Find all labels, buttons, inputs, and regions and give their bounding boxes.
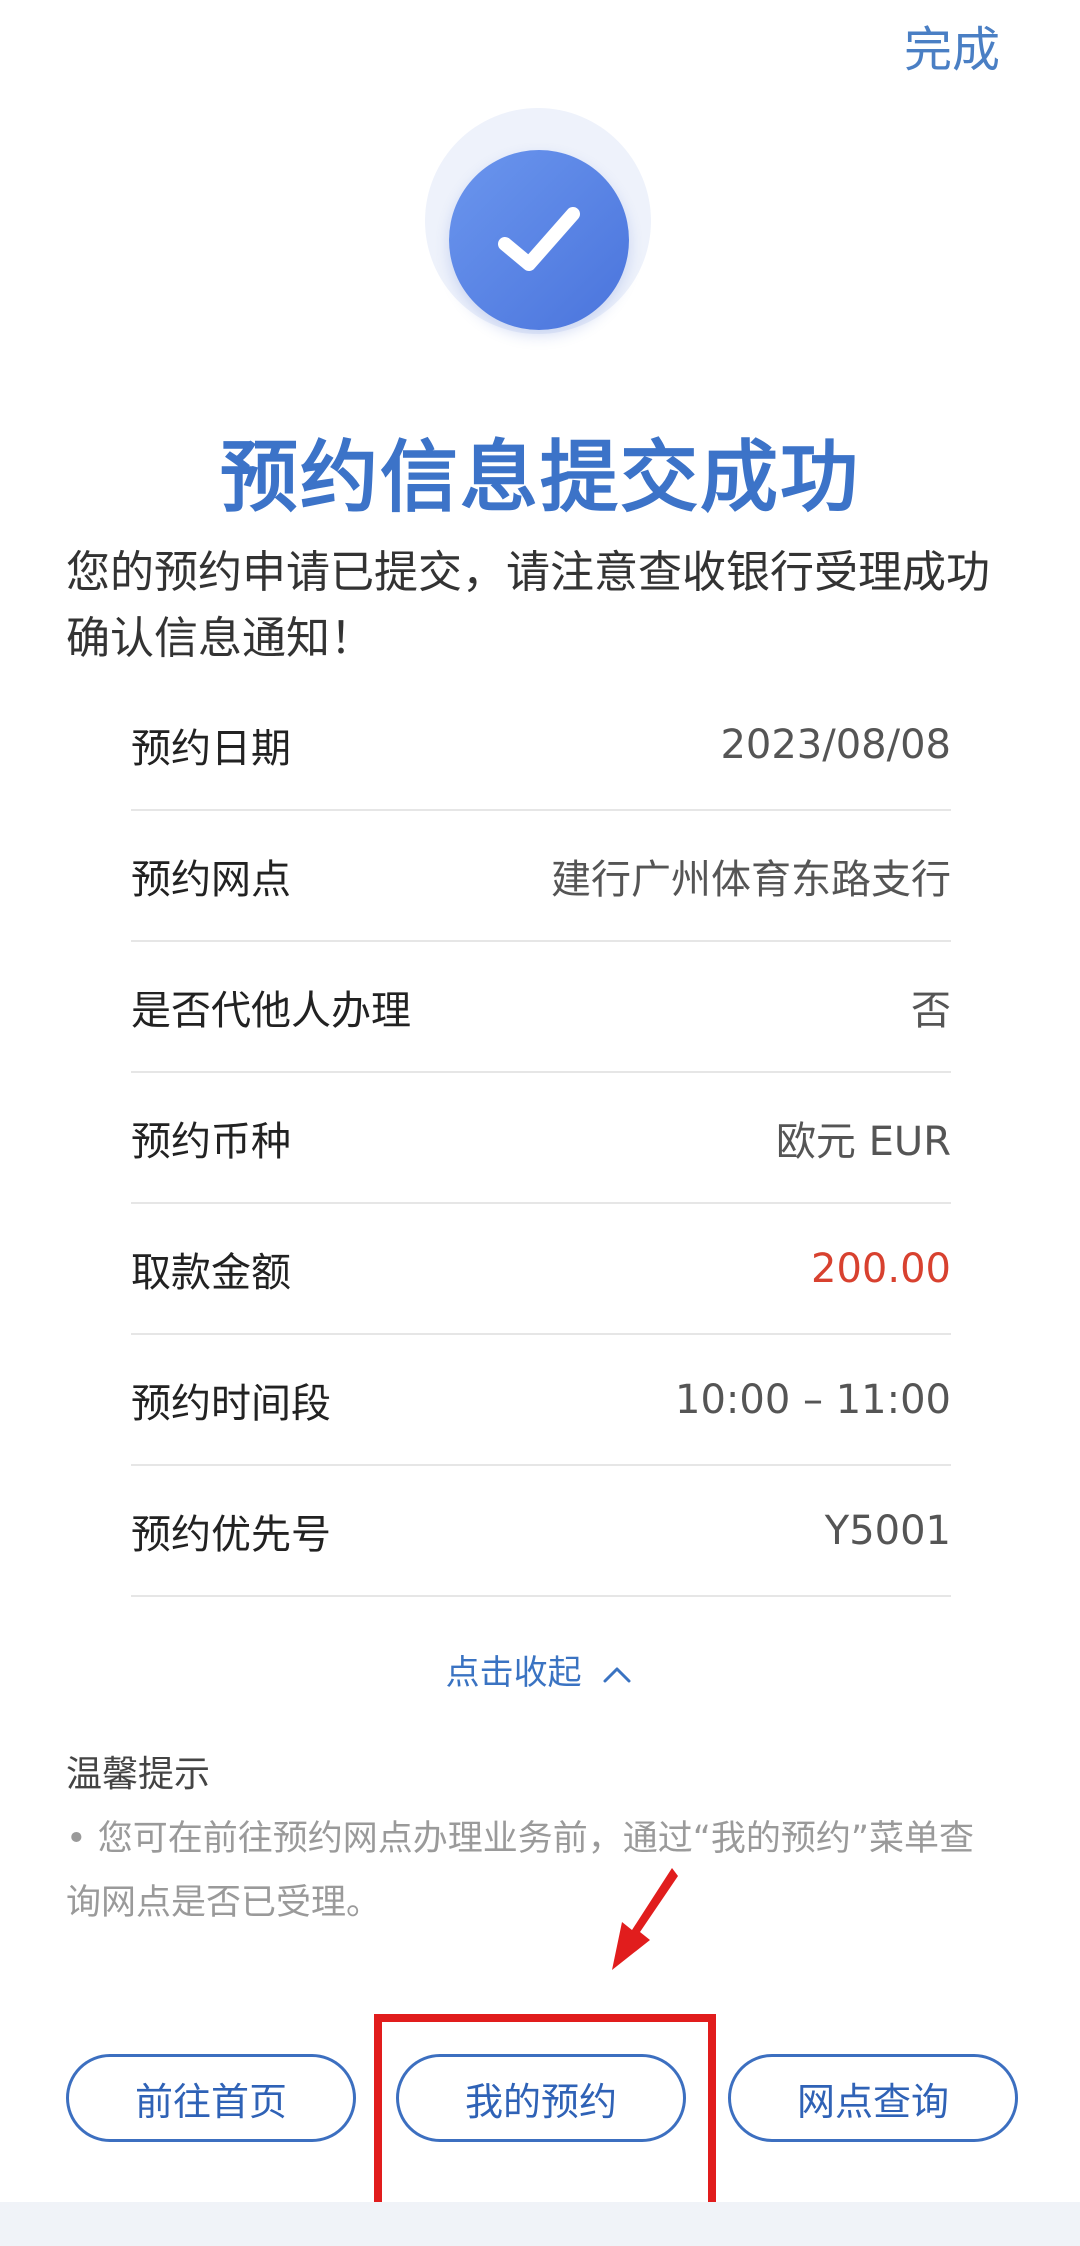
detail-label: 预约币种 [131,1118,291,1165]
detail-row-branch: 预约网点 建行广州体育东路支行 [131,811,951,942]
success-check-icon [449,150,629,330]
chevron-up-icon [603,1667,631,1682]
detail-value: 否 [911,987,951,1034]
amount-value: 200.00 [811,1245,951,1292]
detail-label: 预约网点 [131,856,291,903]
detail-row-proxy: 是否代他人办理 否 [131,942,951,1073]
detail-label: 预约优先号 [131,1511,331,1558]
status-description: 您的预约申请已提交，请注意查收银行受理成功确认信息通知！ [66,547,990,664]
tips-text: • 您可在前往预约网点办理业务前，通过“我的预约”菜单查询网点是否已受理。 [66,1819,975,1923]
bottom-bar [0,2202,1080,2246]
detail-label: 预约时间段 [131,1380,331,1427]
page-title: 预约信息提交成功 [219,433,860,523]
detail-list: 预约日期 2023/08/08 预约网点 建行广州体育东路支行 是否代他人办理 … [131,680,951,1597]
home-button[interactable]: 前往首页 [66,2054,356,2142]
branch-query-button[interactable]: 网点查询 [728,2054,1018,2142]
collapse-label: 点击收起 [445,1653,582,1693]
detail-label: 是否代他人办理 [131,987,411,1034]
my-appointment-button[interactable]: 我的预约 [396,2054,686,2142]
detail-label: 取款金额 [131,1249,291,1296]
detail-row-date: 预约日期 2023/08/08 [131,680,951,811]
detail-row-currency: 预约币种 欧元 EUR [131,1073,951,1204]
tips-title: 温馨提示 [66,1754,211,1795]
detail-row-priority-number: 预约优先号 Y5001 [131,1466,951,1597]
detail-row-amount: 取款金额 200.00 [131,1204,951,1335]
annotation-arrow-icon [612,1868,678,1970]
detail-value: 10:00 – 11:00 [675,1376,951,1423]
detail-value: Y5001 [824,1507,951,1554]
detail-value: 建行广州体育东路支行 [551,856,951,903]
detail-row-timeslot: 预约时间段 10:00 – 11:00 [131,1335,951,1466]
detail-label: 预约日期 [131,725,291,772]
detail-value: 欧元 EUR [775,1118,951,1165]
done-button[interactable]: 完成 [904,10,1000,80]
collapse-link[interactable]: 点击收起 [0,1645,1080,1694]
detail-value: 2023/08/08 [720,721,951,768]
